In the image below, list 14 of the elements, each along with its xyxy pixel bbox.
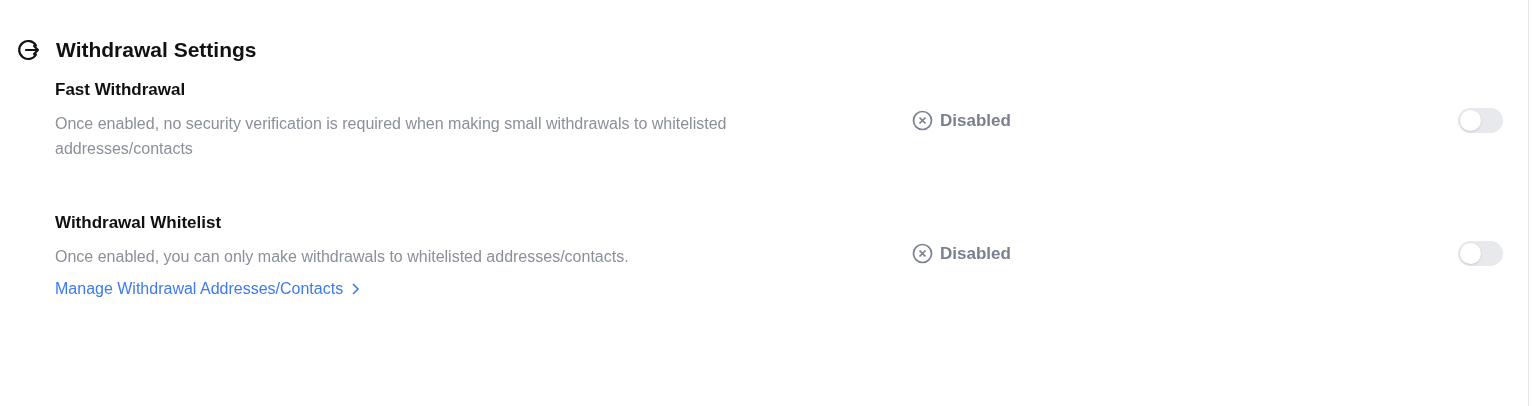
- chevron-right-icon: [351, 282, 361, 296]
- setting-title: Fast Withdrawal: [55, 79, 187, 101]
- status-label: Disabled: [940, 110, 1011, 132]
- toggle-switch[interactable]: [1458, 108, 1503, 133]
- toggle-switch[interactable]: [1458, 241, 1503, 266]
- manage-link[interactable]: Manage Withdrawal Addresses/Contacts: [55, 277, 361, 301]
- exit-arrow-icon: [17, 38, 41, 62]
- setting-description: Once enabled, no security verification is required when making small withdrawals to whitelisted addresses/contacts: [55, 114, 728, 159]
- section-title: Withdrawal Settings: [56, 37, 257, 63]
- setting-title: Withdrawal Whitelist: [55, 212, 223, 234]
- x-circle-icon: [912, 243, 933, 265]
- setting-description: Once enabled, you can only make withdrawals to whitelisted addresses/contacts.: [55, 247, 630, 267]
- x-circle-icon: [912, 110, 933, 132]
- status-label: Disabled: [940, 243, 1011, 265]
